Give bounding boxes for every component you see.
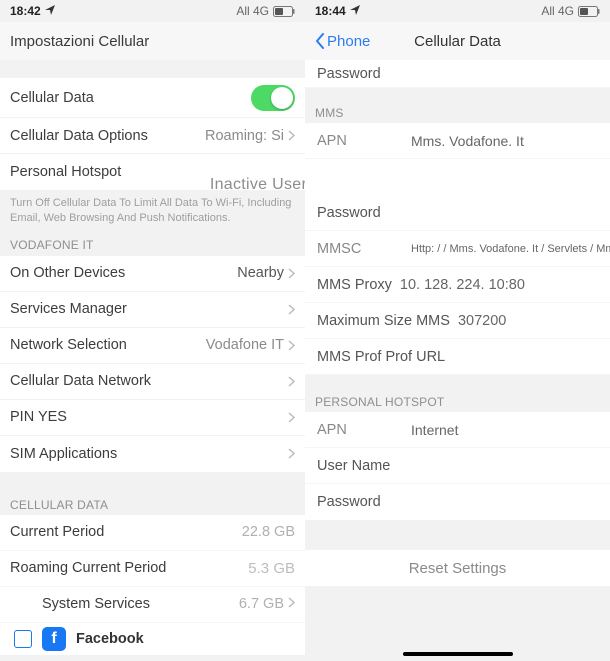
facebook-row[interactable]: f Facebook [0,623,305,655]
status-network: All 4G [541,4,574,18]
cellular-data-hint: Turn Off Cellular Data To Limit All Data… [0,190,305,232]
chevron-right-icon [288,304,295,315]
facebook-icon: f [42,627,66,651]
nav-bar: Phone Cellular Data [305,22,610,60]
nav-title: Cellular Data [305,33,610,50]
location-icon [350,5,360,15]
right-pane: 18:44 All 4G Phone Cellular Data [305,0,610,661]
sim-applications-row[interactable]: SIM Applications [0,436,305,472]
status-time: 18:44 [315,4,346,18]
mms-proxy-field[interactable]: MMS Proxy 10. 128. 224. 10:80 [305,267,610,303]
mms-section-header: MMS [305,102,610,123]
pin-row[interactable]: PIN YES [0,400,305,436]
status-time: 18:42 [10,4,41,18]
battery-icon [578,6,600,17]
mms-max-size-field[interactable]: Maximum Size MMS 307200 [305,303,610,339]
roaming-current-period-row: Roaming Current Period 5.3 GB [0,551,305,587]
chevron-right-icon [288,268,295,279]
reset-settings-button[interactable]: Reset Settings [305,550,610,586]
status-network: All 4G [236,4,269,18]
chevron-right-icon [288,376,295,387]
mmsc-field[interactable]: MMSC Http: / / Mms. Vodafone. It / Servl… [305,231,610,267]
personal-hotspot-row[interactable]: Personal Hotspot [0,154,305,190]
chevron-right-icon [288,448,295,459]
cellular-data-usage-header: CELLULAR DATA [0,494,305,515]
nav-title: Impostazioni Cellular [10,33,149,50]
system-services-row[interactable]: System Services 6.7 GB [0,587,305,623]
mms-apn-field[interactable]: APN Mms. Vodafone. It [305,123,610,159]
chevron-right-icon [288,130,295,141]
chevron-right-icon [288,412,295,423]
cellular-data-label: Cellular Data [10,90,94,106]
mms-prof-url-field[interactable]: MMS Prof Prof URL [305,339,610,375]
battery-icon [273,6,295,17]
mms-password-field[interactable]: Password [305,195,610,231]
chevron-right-icon [288,596,295,612]
location-icon [45,5,55,15]
cellular-data-options-row[interactable]: Cellular Data Options Roaming: Si [0,118,305,154]
checkbox-icon[interactable] [14,630,32,648]
services-manager-row[interactable]: Services Manager [0,292,305,328]
top-password-field[interactable]: Password [305,60,610,88]
on-other-devices-row[interactable]: On Other Devices Nearby [0,256,305,292]
left-pane: 18:42 All 4G Impostazioni Cellular Cellu… [0,0,305,661]
cellular-data-toggle-row[interactable]: Cellular Data [0,78,305,118]
current-period-row: Current Period 22.8 GB [0,515,305,551]
hotspot-username-field[interactable]: User Name [305,448,610,484]
cellular-data-toggle[interactable] [251,85,295,111]
network-selection-row[interactable]: Network Selection Vodafone IT [0,328,305,364]
status-bar: 18:42 All 4G [0,0,305,22]
hotspot-apn-field[interactable]: APN Internet [305,412,610,448]
hotspot-password-field[interactable]: Password [305,484,610,520]
nav-bar: Impostazioni Cellular [0,22,305,60]
home-indicator [403,652,513,656]
carrier-section-header: VODAFONE IT [0,232,305,256]
chevron-right-icon [288,340,295,351]
status-bar: 18:44 All 4G [305,0,610,22]
personal-hotspot-section-header: PERSONAL HOTSPOT [305,391,610,412]
cellular-data-network-row[interactable]: Cellular Data Network [0,364,305,400]
